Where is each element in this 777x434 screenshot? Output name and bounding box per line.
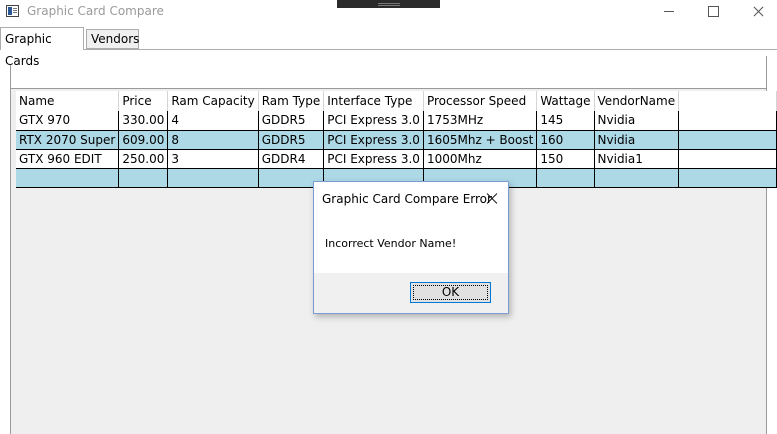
cell-interface-type[interactable]: PCI Express 3.0	[323, 149, 424, 169]
cell-price[interactable]: 330.00	[118, 111, 169, 131]
cell-ram-capacity[interactable]	[167, 168, 259, 188]
cell-name[interactable]	[16, 168, 120, 188]
tab-graphic-cards[interactable]: Graphic Cards	[0, 27, 84, 68]
table-row[interactable]: GTX 970 330.00 4 GDDR5 PCI Express 3.0 1…	[16, 111, 777, 131]
tab-divider	[84, 49, 777, 50]
dialog-content-area: Graphic Card Compare Error Incorrect Ven…	[314, 182, 508, 273]
column-header-vendor-name[interactable]: VendorName	[594, 91, 680, 111]
cell-price[interactable]	[118, 168, 169, 188]
minimize-button[interactable]	[646, 0, 692, 24]
cell-wattage[interactable]	[536, 168, 595, 188]
column-header-ram-type[interactable]: Ram Type	[258, 91, 325, 111]
cell-ram-type[interactable]: GDDR4	[258, 149, 325, 169]
column-header-processor-speed[interactable]: Processor Speed	[423, 91, 538, 111]
column-header-interface-type[interactable]: Interface Type	[323, 91, 424, 111]
cell-vendor-name[interactable]: Nvidia1	[594, 149, 680, 169]
grid-header-row: Name Price Ram Capacity Ram Type Interfa…	[16, 91, 777, 111]
column-header-wattage[interactable]: Wattage	[536, 91, 595, 111]
cell-ram-type[interactable]: GDDR5	[258, 111, 325, 131]
cell-name[interactable]: GTX 970	[16, 111, 120, 131]
cell-ram-capacity[interactable]: 3	[167, 149, 259, 169]
cell-processor-speed[interactable]: 1000Mhz	[423, 149, 538, 169]
cell-name[interactable]: RTX 2070 Super	[16, 130, 120, 150]
table-row[interactable]: RTX 2070 Super 609.00 8 GDDR5 PCI Expres…	[16, 130, 777, 150]
cell-name[interactable]: GTX 960 EDIT	[16, 149, 120, 169]
drag-handle[interactable]	[337, 0, 440, 8]
cell-ram-type[interactable]: GDDR5	[258, 130, 325, 150]
table-row[interactable]: GTX 960 EDIT 250.00 3 GDDR4 PCI Express …	[16, 149, 777, 169]
ok-button[interactable]: OK	[410, 282, 491, 303]
cell-wattage[interactable]: 150	[536, 149, 595, 169]
cell-interface-type[interactable]: PCI Express 3.0	[323, 130, 424, 150]
column-header-ram-capacity[interactable]: Ram Capacity	[167, 91, 259, 111]
error-dialog: Graphic Card Compare Error Incorrect Ven…	[313, 181, 509, 314]
tab-strip: Graphic Cards Vendors	[0, 27, 777, 68]
cell-wattage[interactable]: 145	[536, 111, 595, 131]
cell-vendor-name[interactable]	[594, 168, 680, 188]
cell-price[interactable]: 250.00	[118, 149, 169, 169]
app-icon	[6, 5, 19, 17]
close-window-button[interactable]	[735, 0, 777, 24]
maximize-button[interactable]	[690, 0, 736, 24]
dialog-message: Incorrect Vendor Name!	[325, 237, 457, 250]
title-bar: Graphic Card Compare	[0, 0, 777, 24]
column-header-filler	[678, 91, 777, 111]
cell-filler	[678, 149, 777, 169]
cell-wattage[interactable]: 160	[536, 130, 595, 150]
cell-filler	[678, 111, 777, 131]
window-title: Graphic Card Compare	[27, 4, 164, 18]
cell-ram-capacity[interactable]: 4	[167, 111, 259, 131]
cell-vendor-name[interactable]: Nvidia	[594, 111, 680, 131]
column-header-price[interactable]: Price	[118, 91, 169, 111]
cell-filler	[678, 168, 777, 188]
graphic-cards-grid[interactable]: Name Price Ram Capacity Ram Type Interfa…	[16, 91, 777, 188]
cell-processor-speed[interactable]: 1605Mhz + Boost	[423, 130, 538, 150]
column-header-name[interactable]: Name	[16, 91, 120, 111]
cell-interface-type[interactable]: PCI Express 3.0	[323, 111, 424, 131]
cell-price[interactable]: 609.00	[118, 130, 169, 150]
cell-vendor-name[interactable]: Nvidia	[594, 130, 680, 150]
cell-processor-speed[interactable]: 1753MHz	[423, 111, 538, 131]
cell-filler	[678, 130, 777, 150]
dialog-title: Graphic Card Compare Error	[322, 192, 492, 206]
dialog-close-icon[interactable]	[484, 191, 500, 207]
tab-vendors[interactable]: Vendors	[86, 29, 139, 49]
cell-ram-capacity[interactable]: 8	[167, 130, 259, 150]
